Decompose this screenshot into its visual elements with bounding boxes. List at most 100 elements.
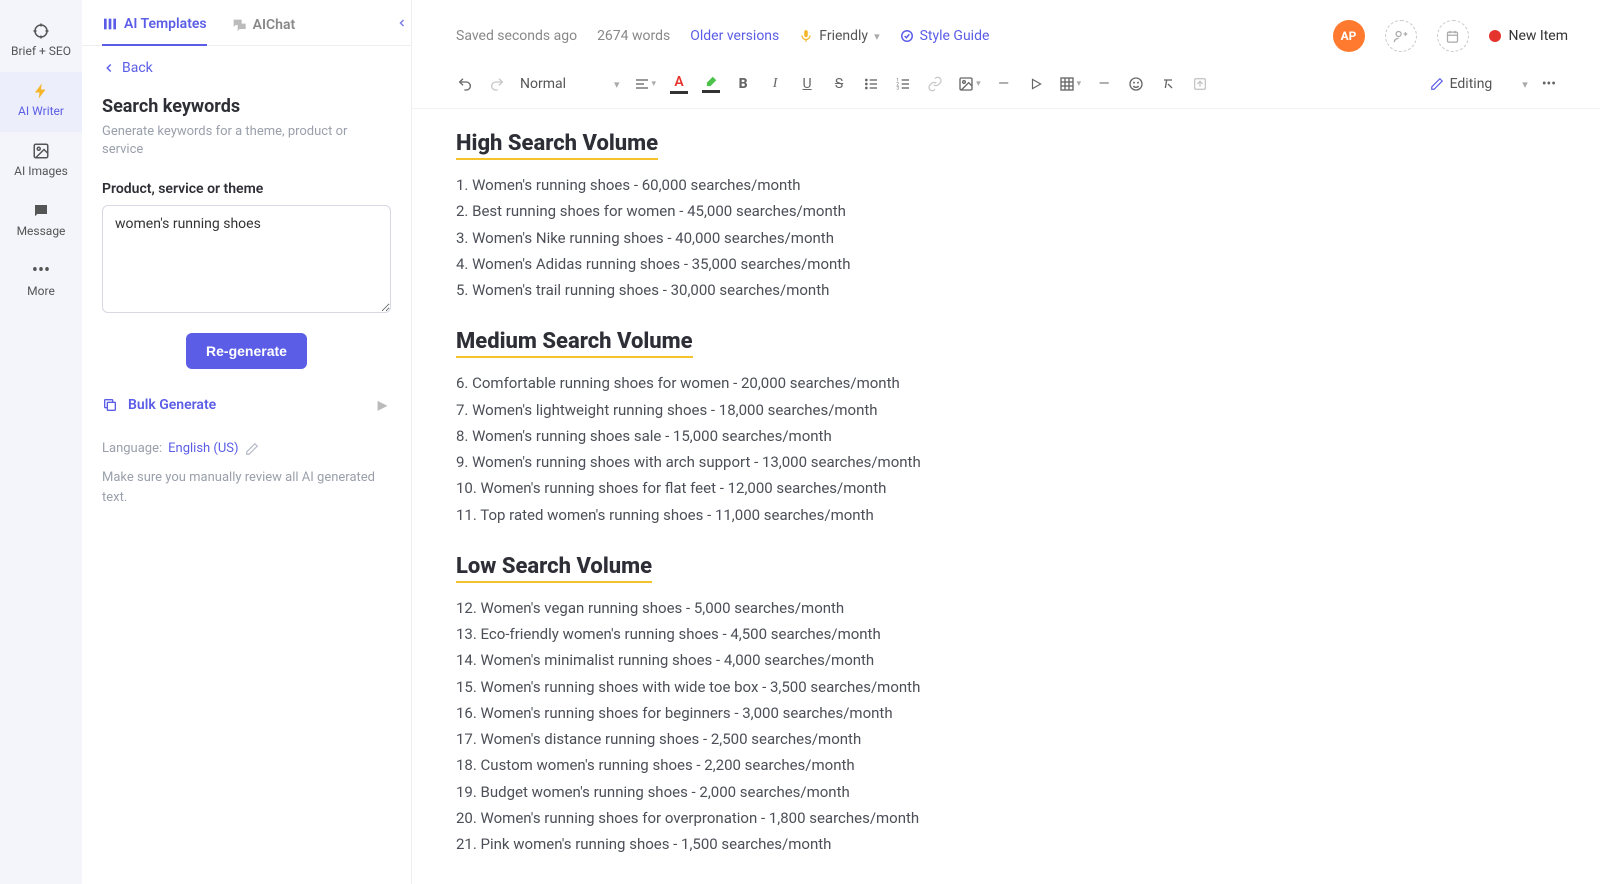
status-dot-icon (1489, 30, 1501, 42)
keyword-line[interactable]: 8. Women's running shoes sale - 15,000 s… (456, 423, 1556, 449)
product-input[interactable] (102, 205, 391, 313)
keyword-line[interactable]: 14. Women's minimalist running shoes - 4… (456, 647, 1556, 673)
keyword-line[interactable]: 12. Women's vegan running shoes - 5,000 … (456, 595, 1556, 621)
bullet-list-button[interactable] (862, 76, 880, 92)
strikethrough-button[interactable]: S (830, 76, 848, 92)
link-button[interactable] (926, 76, 944, 92)
tone-label: Friendly (819, 28, 868, 44)
table-button[interactable]: ▾ (1059, 76, 1082, 92)
nav-ai-images[interactable]: AI Images (0, 132, 82, 192)
image-insert-button[interactable]: ▾ (958, 76, 981, 92)
keyword-line[interactable]: 9. Women's running shoes with arch suppo… (456, 449, 1556, 475)
field-label: Product, service or theme (102, 181, 391, 197)
new-item-indicator[interactable]: New Item (1489, 28, 1569, 44)
older-versions-link[interactable]: Older versions (690, 28, 779, 44)
panel-body: Back Search keywords Generate keywords f… (82, 46, 411, 884)
undo-button[interactable] (456, 76, 474, 92)
emoji-button[interactable] (1127, 76, 1145, 92)
play-button[interactable] (1027, 77, 1045, 91)
panel-title: Search keywords (102, 96, 391, 117)
nav-label: AI Writer (18, 104, 64, 118)
editor-toolbar: Normal ▾ ▾ A B I U S 123 ▾ (412, 64, 1600, 109)
redo-button[interactable] (488, 76, 506, 92)
language-label: Language: (102, 441, 162, 456)
image-icon (32, 142, 50, 160)
keyword-line[interactable]: 2. Best running shoes for women - 45,000… (456, 198, 1556, 224)
edit-icon[interactable] (245, 442, 259, 456)
saved-status: Saved seconds ago (456, 28, 577, 44)
target-icon (32, 22, 50, 40)
back-label: Back (122, 60, 153, 76)
document-body[interactable]: High Search Volume 1. Women's running sho… (412, 109, 1600, 884)
section-heading[interactable]: High Search Volume (456, 131, 658, 160)
keyword-line[interactable]: 7. Women's lightweight running shoes - 1… (456, 397, 1556, 423)
keyword-line[interactable]: 15. Women's running shoes with wide toe … (456, 674, 1556, 700)
keyword-line[interactable]: 6. Comfortable running shoes for women -… (456, 370, 1556, 396)
style-guide-link[interactable]: Style Guide (900, 28, 990, 44)
nav-label: AI Images (14, 164, 68, 178)
clear-format-button[interactable] (1159, 76, 1177, 92)
arrow-right-icon: ▶ (378, 398, 387, 412)
keyword-line[interactable]: 17. Women's distance running shoes - 2,5… (456, 726, 1556, 752)
section-heading[interactable]: Low Search Volume (456, 554, 652, 583)
nav-more[interactable]: ••• More (0, 252, 82, 312)
italic-button[interactable]: I (766, 76, 784, 92)
more-toolbar-button[interactable]: ••• (1542, 76, 1556, 92)
regenerate-button[interactable]: Re-generate (186, 333, 307, 369)
export-button[interactable] (1191, 76, 1209, 92)
text-color-button[interactable]: A (670, 74, 688, 94)
copy-icon (102, 397, 118, 413)
check-icon (900, 29, 914, 43)
chevron-down-icon: ▾ (874, 30, 880, 43)
keyword-line[interactable]: 3. Women's Nike running shoes - 40,000 s… (456, 225, 1556, 251)
side-panel: AI Templates AIChat Back Search keywords… (82, 0, 412, 884)
block-style-select[interactable]: Normal ▾ (520, 76, 620, 92)
language-value[interactable]: English (US) (168, 441, 238, 456)
nav-brief-seo[interactable]: Brief + SEO (0, 12, 82, 72)
highlight-button[interactable] (702, 75, 720, 93)
keyword-line[interactable]: 5. Women's trail running shoes - 30,000 … (456, 277, 1556, 303)
add-user-button[interactable] (1385, 20, 1417, 52)
bolt-icon (32, 82, 50, 100)
keyword-line[interactable]: 13. Eco-friendly women's running shoes -… (456, 621, 1556, 647)
back-link[interactable]: Back (102, 60, 391, 76)
tone-selector[interactable]: Friendly ▾ (799, 28, 879, 44)
underline-button[interactable]: U (798, 76, 816, 92)
word-count: 2674 words (597, 28, 670, 44)
keyword-line[interactable]: 10. Women's running shoes for flat feet … (456, 475, 1556, 501)
tab-ai-chat[interactable]: AIChat (231, 16, 296, 45)
bulk-label: Bulk Generate (128, 397, 216, 413)
bold-button[interactable]: B (734, 76, 752, 92)
tab-ai-templates[interactable]: AI Templates (102, 16, 207, 46)
calendar-button[interactable] (1437, 20, 1469, 52)
nav-label: Message (17, 224, 66, 238)
main-area: Saved seconds ago 2674 words Older versi… (412, 0, 1600, 884)
keyword-line[interactable]: 20. Women's running shoes for overpronat… (456, 805, 1556, 831)
keyword-line[interactable]: 1. Women's running shoes - 60,000 search… (456, 172, 1556, 198)
mic-icon (799, 29, 813, 43)
styleguide-label: Style Guide (920, 28, 990, 44)
keyword-line[interactable]: 18. Custom women's running shoes - 2,200… (456, 752, 1556, 778)
collapse-handle[interactable] (391, 12, 413, 34)
avatar[interactable]: AP (1333, 20, 1365, 52)
nav-ai-writer[interactable]: AI Writer (0, 72, 82, 132)
divider-button[interactable]: — (1095, 76, 1113, 92)
keyword-line[interactable]: 19. Budget women's running shoes - 2,000… (456, 779, 1556, 805)
panel-tabs: AI Templates AIChat (82, 0, 411, 46)
keyword-line[interactable]: 21. Pink women's running shoes - 1,500 s… (456, 831, 1556, 857)
chevron-down-icon: ▾ (1522, 78, 1528, 91)
panel-description: Generate keywords for a theme, product o… (102, 123, 391, 159)
editing-mode-select[interactable]: Editing ▾ (1430, 76, 1528, 92)
keyword-line[interactable]: 4. Women's Adidas running shoes - 35,000… (456, 251, 1556, 277)
nav-message[interactable]: Message (0, 192, 82, 252)
review-note: Make sure you manually review all AI gen… (102, 468, 391, 507)
ordered-list-button[interactable]: 123 (894, 76, 912, 92)
clear-formatting-button[interactable]: — (995, 76, 1013, 92)
keyword-line[interactable]: 11. Top rated women's running shoes - 11… (456, 502, 1556, 528)
pen-icon (1430, 77, 1444, 91)
section-heading[interactable]: Medium Search Volume (456, 329, 693, 358)
keyword-line[interactable]: 16. Women's running shoes for beginners … (456, 700, 1556, 726)
bulk-generate-link[interactable]: Bulk Generate ▶ (102, 397, 391, 413)
left-nav: Brief + SEO AI Writer AI Images Message … (0, 0, 82, 884)
align-button[interactable]: ▾ (634, 76, 657, 92)
